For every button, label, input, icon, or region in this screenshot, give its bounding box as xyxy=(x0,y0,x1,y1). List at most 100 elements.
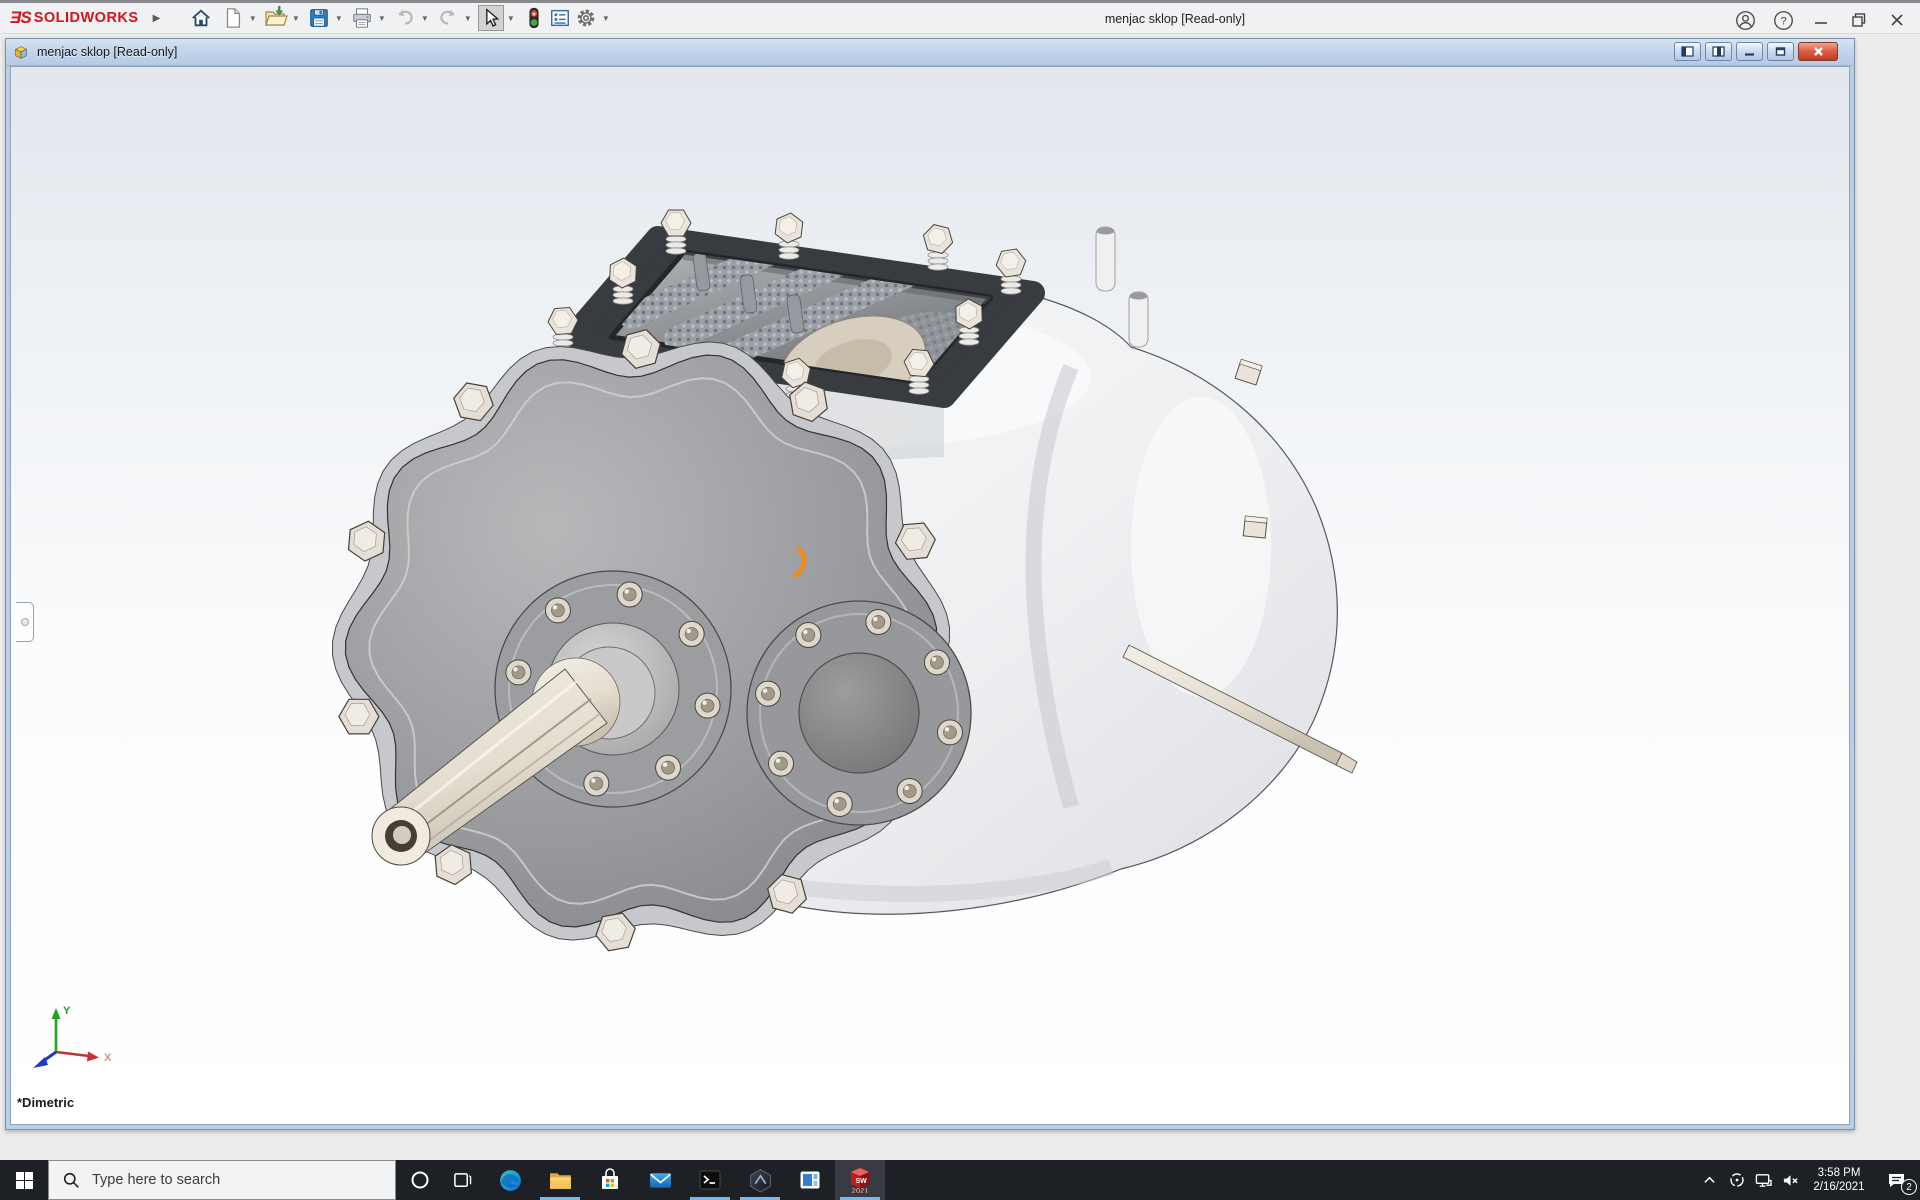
assembly-document-icon xyxy=(14,46,28,59)
solidworks-2021-icon: SW 2021 xyxy=(851,1168,869,1195)
undo-dropdown[interactable]: ▼ xyxy=(418,5,431,31)
volume-muted-icon[interactable] xyxy=(1777,1160,1804,1200)
options-gear-icon[interactable] xyxy=(573,5,599,31)
action-center-button[interactable]: 2 xyxy=(1874,1160,1920,1200)
undo-icon[interactable] xyxy=(392,5,418,31)
graphics-viewport[interactable]: Y X *Dimetric xyxy=(10,66,1850,1125)
triad-x-label: X xyxy=(104,1052,112,1064)
pane-left-button[interactable] xyxy=(1674,42,1701,61)
boss-socket-bolt[interactable] xyxy=(655,754,682,781)
mdi-background: menjac sklop [Read-only] Y X *Dimetric xyxy=(0,38,1920,1160)
boss-socket-bolt[interactable] xyxy=(865,609,892,636)
taskbar-app-edge[interactable] xyxy=(485,1160,535,1200)
boss-socket-bolt[interactable] xyxy=(795,622,822,649)
new-document-dropdown[interactable]: ▼ xyxy=(246,5,259,31)
mail-icon xyxy=(649,1172,671,1188)
save-icon[interactable] xyxy=(306,5,332,31)
restore-icon[interactable] xyxy=(1844,8,1874,32)
open-dropdown[interactable]: ▼ xyxy=(289,5,302,31)
dassault-logo-glyph: ƎS xyxy=(10,8,32,27)
boss-socket-bolt[interactable] xyxy=(505,659,532,686)
cortana-button[interactable] xyxy=(396,1160,444,1200)
reference-triad: Y X xyxy=(33,1005,112,1068)
save-dropdown[interactable]: ▼ xyxy=(332,5,345,31)
view-orientation-label: *Dimetric xyxy=(17,1095,75,1110)
print-dropdown[interactable]: ▼ xyxy=(375,5,388,31)
taskbar-app-solidworks[interactable]: SW 2021 xyxy=(835,1160,885,1200)
account-icon[interactable] xyxy=(1730,8,1760,32)
titlebar-controls: ? xyxy=(1730,8,1912,32)
new-document-icon[interactable] xyxy=(220,5,246,31)
taskbar-app-panels[interactable] xyxy=(785,1160,835,1200)
windows-taskbar: SW 2021 3:58 PM 2/16/2021 xyxy=(0,1160,1920,1200)
document-restore-button[interactable] xyxy=(1767,42,1794,61)
select-arrow-icon[interactable] xyxy=(478,5,505,31)
menu-flyout-arrow[interactable]: ▶ xyxy=(153,13,161,24)
boss-socket-bolt[interactable] xyxy=(936,719,963,746)
svg-text:SW: SW xyxy=(856,1178,868,1185)
select-dropdown[interactable]: ▼ xyxy=(504,5,517,31)
start-button[interactable] xyxy=(0,1160,48,1200)
taskbar-app-mail[interactable] xyxy=(635,1160,685,1200)
taskbar-apps: SW 2021 xyxy=(485,1160,885,1200)
document-minimize-button[interactable] xyxy=(1736,42,1763,61)
panels-app-icon xyxy=(800,1171,820,1189)
boss-socket-bolt[interactable] xyxy=(768,750,795,777)
boss-socket-bolt[interactable] xyxy=(583,770,610,797)
document-titlebar[interactable]: menjac sklop [Read-only] xyxy=(6,39,1854,66)
redo-icon[interactable] xyxy=(435,5,461,31)
window-title: menjac sklop [Read-only] xyxy=(1104,12,1246,26)
taskbar-app-hexagon[interactable] xyxy=(735,1160,785,1200)
hidden-icons-chevron[interactable] xyxy=(1696,1160,1723,1200)
edge-icon xyxy=(499,1169,521,1191)
command-prompt-icon xyxy=(699,1170,721,1190)
taskbar-app-store[interactable] xyxy=(585,1160,635,1200)
clock-time: 3:58 PM xyxy=(1817,1167,1861,1179)
rebuild-stoplight-icon[interactable] xyxy=(521,5,547,31)
notification-badge: 2 xyxy=(1901,1179,1917,1195)
document-title: menjac sklop [Read-only] xyxy=(37,45,178,59)
minimize-icon[interactable] xyxy=(1806,8,1836,32)
taskbar-search[interactable] xyxy=(48,1160,396,1200)
document-window: menjac sklop [Read-only] Y X *Dimetric xyxy=(5,38,1855,1130)
network-icon[interactable] xyxy=(1750,1160,1777,1200)
solidworks-year: 2021 xyxy=(852,1186,869,1195)
cover-spring-bolt[interactable] xyxy=(922,224,954,271)
corner-stud[interactable] xyxy=(1128,291,1149,348)
options-dropdown[interactable]: ▼ xyxy=(599,5,612,31)
taskbar-app-command-prompt[interactable] xyxy=(685,1160,735,1200)
document-window-buttons xyxy=(1674,42,1838,61)
open-icon[interactable] xyxy=(263,5,289,31)
close-icon[interactable] xyxy=(1882,8,1912,32)
boss-socket-bolt[interactable] xyxy=(616,581,643,608)
redo-dropdown[interactable]: ▼ xyxy=(461,5,474,31)
search-input[interactable] xyxy=(90,1171,360,1189)
boss-socket-bolt[interactable] xyxy=(923,649,950,676)
boss-socket-bolt[interactable] xyxy=(896,777,923,804)
task-view-button[interactable] xyxy=(438,1160,486,1200)
boss-socket-bolt[interactable] xyxy=(544,597,571,624)
gearbox-3d-model[interactable] xyxy=(11,67,1850,1125)
search-icon xyxy=(63,1172,79,1188)
boss-socket-bolt[interactable] xyxy=(755,680,782,707)
system-tray: 3:58 PM 2/16/2021 2 xyxy=(1696,1160,1920,1200)
update-circle-icon[interactable] xyxy=(1723,1160,1750,1200)
hexagon-app-icon xyxy=(749,1168,771,1193)
boss-socket-bolt[interactable] xyxy=(678,620,705,647)
corner-stud[interactable] xyxy=(1095,226,1116,292)
boss-socket-bolt[interactable] xyxy=(826,790,853,817)
print-icon[interactable] xyxy=(349,5,375,31)
pane-right-button[interactable] xyxy=(1705,42,1732,61)
solidworks-logo: ƎS SOLIDWORKS xyxy=(10,8,139,28)
help-icon[interactable]: ? xyxy=(1768,8,1798,32)
boss-socket-bolt[interactable] xyxy=(694,692,721,719)
quick-access-toolbar: ▼ ▼ ▼ ▼ ▼ ▼ ▼ ▼ xyxy=(188,5,616,31)
panel-expand-knob[interactable] xyxy=(20,618,29,626)
taskbar-app-file-explorer[interactable] xyxy=(535,1160,585,1200)
home-icon[interactable] xyxy=(188,5,214,31)
document-close-button[interactable] xyxy=(1798,42,1838,61)
output-shaft-boss[interactable] xyxy=(746,600,972,826)
task-report-icon[interactable] xyxy=(547,5,573,31)
taskbar-clock[interactable]: 3:58 PM 2/16/2021 xyxy=(1808,1166,1870,1194)
feature-manager-collapsed-tab[interactable] xyxy=(16,602,34,642)
